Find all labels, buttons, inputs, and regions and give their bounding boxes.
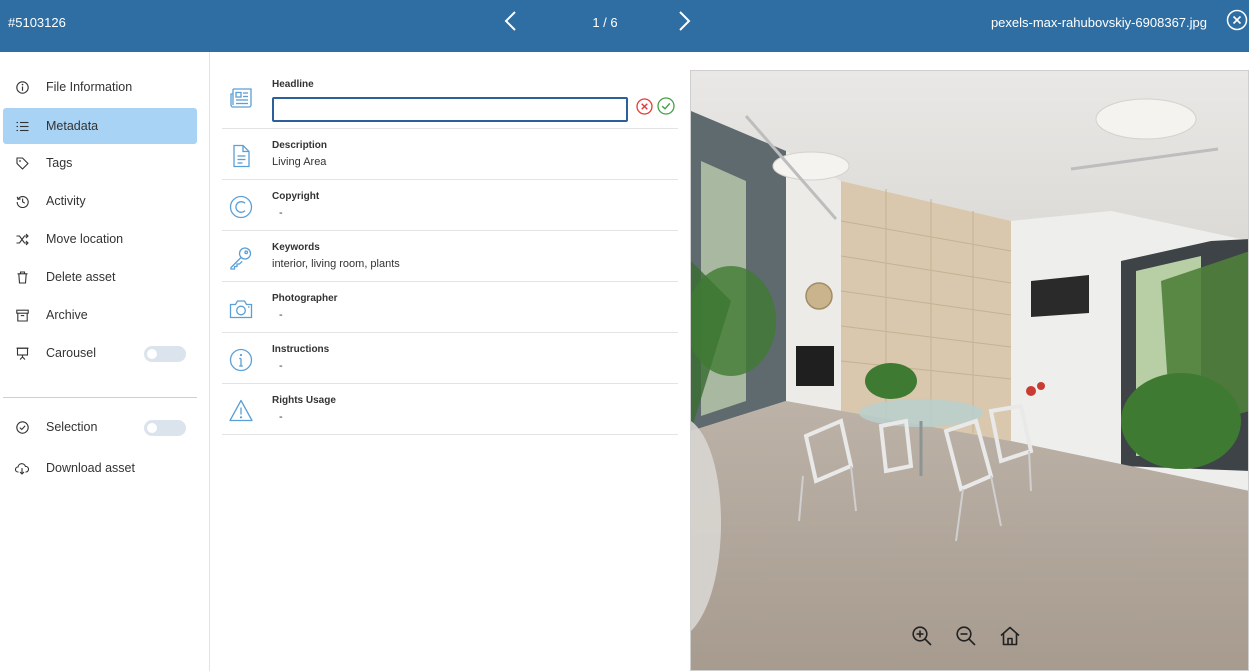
preview-photo xyxy=(691,71,1248,670)
history-icon xyxy=(16,195,29,208)
instructions-label: Instructions xyxy=(272,344,330,355)
headline-label: Headline xyxy=(272,79,314,90)
instructions-value[interactable]: - xyxy=(279,360,283,372)
photographer-label: Photographer xyxy=(272,293,338,304)
tag-icon xyxy=(15,156,29,170)
info-icon xyxy=(15,80,29,94)
trash-icon xyxy=(17,270,27,284)
cloud-download-icon xyxy=(15,462,29,475)
zoom-out-button[interactable] xyxy=(955,625,977,647)
list-icon xyxy=(16,121,28,131)
home-icon xyxy=(1000,626,1020,646)
carousel-toggle[interactable] xyxy=(144,346,186,362)
sidebar-item-label: Tags xyxy=(46,156,73,170)
metadata-row-keywords: Keywords interior, living room, plants xyxy=(222,231,678,282)
sidebar-item-label: Metadata xyxy=(46,119,99,133)
sidebar-item-archive[interactable]: Archive xyxy=(3,297,197,333)
sidebar-item-label: Archive xyxy=(46,308,88,322)
metadata-row-instructions: Instructions - xyxy=(222,333,678,384)
metadata-row-copyright: Copyright - xyxy=(222,180,678,231)
rights-usage-label: Rights Usage xyxy=(272,395,336,406)
presentation-icon xyxy=(16,347,28,360)
sidebar-item-download-asset[interactable]: Download asset xyxy=(3,450,197,486)
keywords-value[interactable]: interior, living room, plants xyxy=(272,258,400,270)
sidebar-item-carousel[interactable]: Carousel xyxy=(3,335,197,371)
check-circle-icon xyxy=(15,420,29,434)
warning-icon xyxy=(229,399,253,422)
sidebar-item-activity[interactable]: Activity xyxy=(3,183,197,219)
chevron-right-icon xyxy=(679,11,691,31)
sidebar-item-label: Download asset xyxy=(46,461,135,475)
file-name: pexels-max-rahubovskiy-6908367.jpg xyxy=(990,15,1207,30)
sidebar-item-selection[interactable]: Selection xyxy=(3,409,197,445)
cancel-edit-button[interactable] xyxy=(636,98,653,115)
cancel-icon xyxy=(636,98,653,115)
previous-button[interactable] xyxy=(500,9,520,33)
image-preview[interactable] xyxy=(690,70,1249,671)
sidebar-divider xyxy=(3,397,197,398)
key-icon xyxy=(230,247,252,270)
sidebar: File Information Metadata Tags Activity … xyxy=(0,52,210,671)
metadata-row-headline: Headline xyxy=(222,70,678,129)
info-circle-icon xyxy=(229,348,253,372)
description-label: Description xyxy=(272,140,328,151)
sidebar-item-label: Selection xyxy=(46,420,98,434)
copyright-label: Copyright xyxy=(272,191,320,202)
selection-toggle[interactable] xyxy=(144,420,186,436)
sidebar-item-label: File Information xyxy=(46,80,133,94)
sidebar-item-delete-asset[interactable]: Delete asset xyxy=(3,259,197,295)
chevron-left-icon xyxy=(504,11,516,31)
sidebar-item-label: Carousel xyxy=(46,346,97,360)
metadata-row-rights-usage: Rights Usage - xyxy=(222,384,678,435)
headline-input[interactable] xyxy=(272,97,628,122)
reset-zoom-button[interactable] xyxy=(999,625,1021,647)
confirm-edit-button[interactable] xyxy=(657,97,675,115)
close-button[interactable] xyxy=(1226,9,1248,31)
sidebar-item-label: Activity xyxy=(46,194,86,208)
asset-id: #5103126 xyxy=(8,15,66,30)
metadata-row-description: Description Living Area xyxy=(222,129,678,180)
sidebar-item-metadata[interactable]: Metadata xyxy=(3,108,197,144)
top-bar: #5103126 1 / 6 pexels-max-rahubovskiy-69… xyxy=(0,0,1249,52)
copyright-icon xyxy=(229,195,253,219)
zoom-in-button[interactable] xyxy=(911,625,933,647)
archive-icon xyxy=(15,309,29,322)
sidebar-item-label: Delete asset xyxy=(46,270,116,284)
sidebar-item-file-information[interactable]: File Information xyxy=(3,69,197,105)
description-value[interactable]: Living Area xyxy=(272,156,326,168)
next-button[interactable] xyxy=(675,9,695,33)
sidebar-item-move-location[interactable]: Move location xyxy=(3,221,197,257)
check-circle-icon xyxy=(657,97,675,115)
metadata-panel: Headline Description Living Area Copyrig… xyxy=(222,70,678,435)
shuffle-icon xyxy=(16,233,29,245)
rights-usage-value[interactable]: - xyxy=(279,411,283,423)
photographer-value[interactable]: - xyxy=(279,309,283,321)
camera-icon xyxy=(229,300,253,319)
document-icon xyxy=(233,144,250,168)
zoom-in-icon xyxy=(912,626,932,646)
sidebar-item-label: Move location xyxy=(46,232,124,246)
zoom-toolbar xyxy=(911,625,1021,647)
newspaper-icon xyxy=(230,88,252,108)
copyright-value[interactable]: - xyxy=(279,207,283,219)
close-icon xyxy=(1226,9,1248,31)
sidebar-item-tags[interactable]: Tags xyxy=(3,145,197,181)
metadata-row-photographer: Photographer - xyxy=(222,282,678,333)
keywords-label: Keywords xyxy=(272,242,320,253)
zoom-out-icon xyxy=(956,626,976,646)
asset-counter: 1 / 6 xyxy=(592,15,618,30)
